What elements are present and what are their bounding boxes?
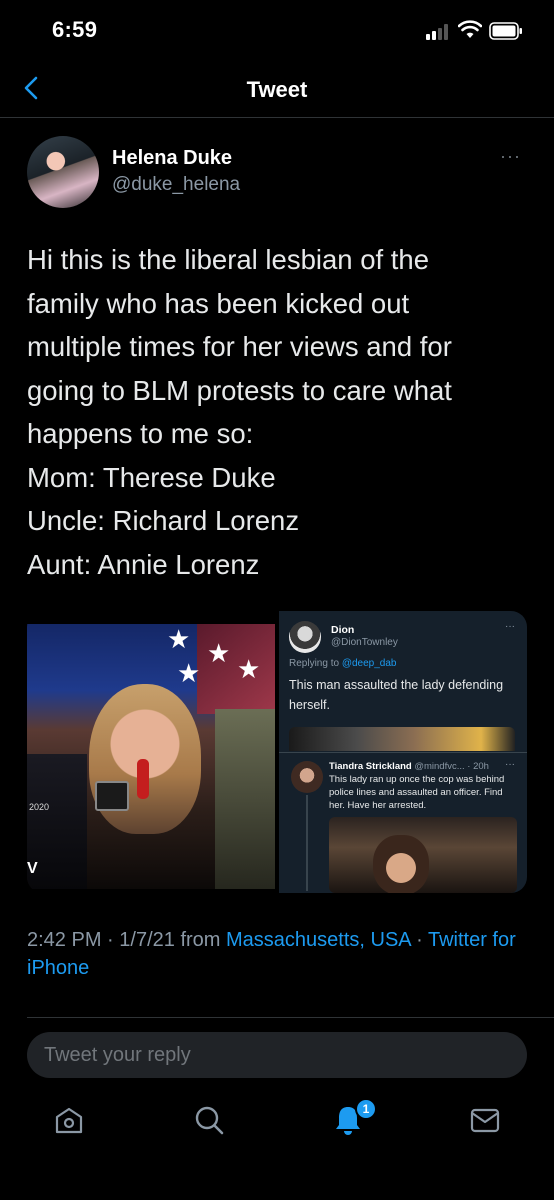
tweet-date: 1/7/21 bbox=[119, 929, 175, 951]
status-bar: 6:59 bbox=[0, 0, 554, 62]
media-photo-left[interactable]: ★ ★ ★ ★ 2020 V bbox=[27, 624, 275, 889]
tweet-text-line: Hi this is the liberal lesbian of the bbox=[27, 244, 430, 275]
status-time: 6:59 bbox=[52, 17, 98, 42]
embedded-tweet-text: This lady ran up once the cop was behind… bbox=[329, 774, 505, 811]
tweet-meta: 2:42 PM · 1/7/21 from Massachusetts, USA… bbox=[27, 929, 516, 979]
battery-icon bbox=[489, 22, 522, 40]
home-icon[interactable] bbox=[51, 1102, 87, 1138]
tweet-text-line: going to BLM protests to care what bbox=[27, 374, 452, 406]
tweet-media: ★ ★ ★ ★ 2020 V Dion @DionTownley ··· Rep… bbox=[27, 611, 527, 893]
search-icon[interactable] bbox=[191, 1102, 227, 1138]
tweet-text-line: Mom: Therese Duke bbox=[27, 461, 276, 493]
cellular-signal-icon bbox=[426, 24, 452, 40]
embedded-avatar bbox=[291, 761, 323, 793]
media-photo-right[interactable]: Dion @DionTownley ··· Replying to @deep_… bbox=[279, 611, 527, 893]
divider bbox=[27, 1017, 554, 1018]
reply-input[interactable] bbox=[27, 1032, 527, 1078]
tweet-text-line: multiple times for her views and for bbox=[27, 331, 452, 362]
wifi-icon bbox=[458, 20, 482, 38]
reply-bar bbox=[0, 1020, 554, 1088]
tweet-text-line: Uncle: Richard Lorenz bbox=[27, 505, 300, 536]
embedded-author-name: Tiandra Strickland @mindfvc... · 20h bbox=[329, 761, 489, 772]
tweet-time: 2:42 PM bbox=[27, 929, 102, 951]
tab-bar: 1 bbox=[0, 1088, 554, 1200]
tweet-text: Hi this is the liberal lesbian of the fa… bbox=[27, 238, 527, 586]
photo-year-text: 2020 bbox=[29, 802, 50, 812]
embedded-tweet: Dion @DionTownley ··· Replying to @deep_… bbox=[279, 611, 527, 754]
photo-corner-text: V bbox=[27, 860, 38, 877]
thread-line bbox=[306, 795, 308, 891]
notification-badge: 1 bbox=[355, 1098, 377, 1120]
more-options-icon[interactable]: ··· bbox=[500, 146, 521, 167]
embedded-avatar bbox=[289, 621, 321, 653]
embedded-author-name: Dion bbox=[331, 624, 355, 636]
author-handle[interactable]: @duke_helena bbox=[112, 174, 240, 196]
header: Tweet bbox=[0, 62, 554, 118]
embedded-mention: @deep_dab bbox=[341, 658, 397, 669]
embedded-replying-to: Replying to @deep_dab bbox=[289, 658, 397, 669]
embedded-tweet-text: This man assaulted the lady defending he… bbox=[289, 678, 504, 712]
tweet-text-line: Aunt: Annie Lorenz bbox=[27, 548, 260, 580]
embedded-photo bbox=[329, 817, 517, 893]
tweet-text-line: family who has been kicked out bbox=[27, 287, 410, 319]
author-name[interactable]: Helena Duke bbox=[112, 147, 232, 170]
tweet-text-line: happens to me so: bbox=[27, 418, 254, 449]
avatar[interactable] bbox=[27, 136, 99, 208]
page-title: Tweet bbox=[246, 77, 308, 102]
embedded-video-thumbnail bbox=[289, 727, 515, 751]
embedded-more-icon: ··· bbox=[505, 759, 515, 770]
tweet-from: from bbox=[180, 929, 221, 951]
location-link[interactable]: Massachusetts, USA bbox=[226, 929, 411, 951]
embedded-more-icon: ··· bbox=[505, 621, 515, 632]
embedded-tweet: Tiandra Strickland @mindfvc... · 20h ···… bbox=[279, 753, 527, 893]
embedded-author-handle: @DionTownley bbox=[331, 637, 398, 648]
messages-icon[interactable] bbox=[467, 1102, 503, 1138]
